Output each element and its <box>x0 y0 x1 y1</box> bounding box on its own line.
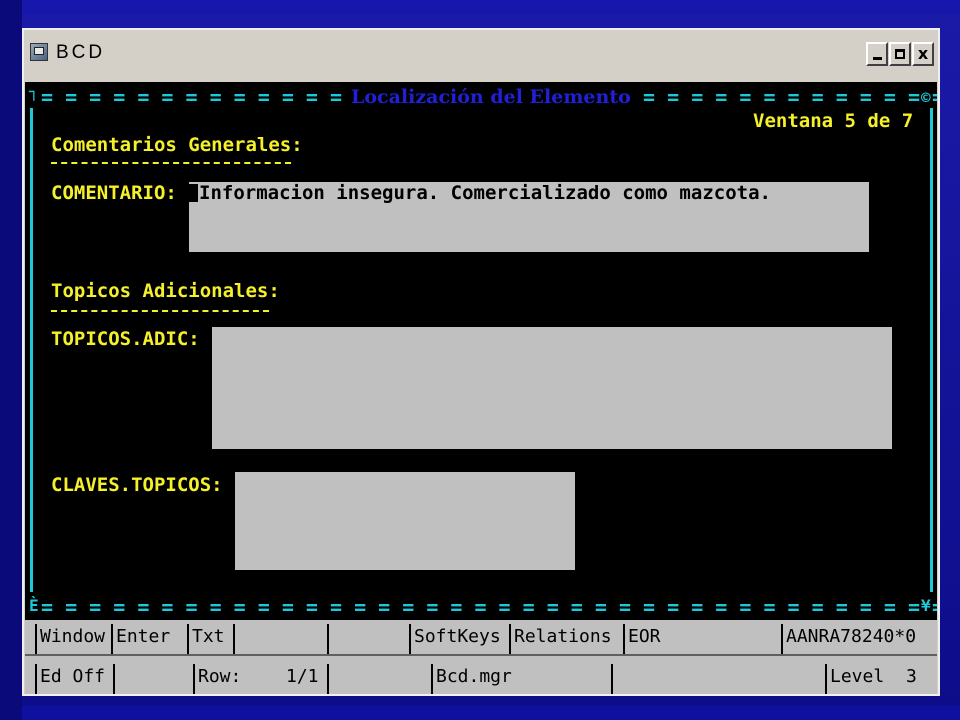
corner-bottom-left: È <box>29 596 39 615</box>
topics-title-underline <box>51 310 269 312</box>
softkey-softkeys[interactable]: SoftKeys <box>409 624 509 654</box>
bottom-rule: = = = = = = = = = = = = = = = = = = = = … <box>25 596 937 618</box>
window-title: BCD <box>56 42 106 63</box>
title-bar[interactable]: BCD x <box>24 30 938 84</box>
close-icon: x <box>917 44 929 63</box>
softkey-window[interactable]: Window <box>35 624 107 654</box>
screen-heading: Localización del Elemento <box>345 86 637 108</box>
status-empty-3 <box>611 664 825 694</box>
softkey-empty-1[interactable] <box>233 624 323 654</box>
slide-stripe-top <box>0 0 960 14</box>
keys-field-label: CLAVES.TOPICOS: <box>51 474 223 496</box>
corner-top-right: © <box>921 88 931 107</box>
level-value: 3 <box>906 666 917 687</box>
minimize-button[interactable] <box>866 42 888 66</box>
left-border-line <box>30 108 33 592</box>
terminal-app-icon[interactable] <box>30 43 48 61</box>
topics-field[interactable] <box>212 327 892 449</box>
edit-mode-indicator: Ed Off <box>35 664 111 694</box>
level-label: Level <box>825 664 897 694</box>
terminal-window: BCD x = = = = = = = = = = = = = = = = = … <box>22 28 940 696</box>
softkey-relations[interactable]: Relations <box>509 624 621 654</box>
row-counter: 1/1 <box>286 666 319 687</box>
corner-bottom-right: ¥ <box>921 596 931 615</box>
record-id: AANRA78240*0 <box>781 624 927 654</box>
status-bar: Window Enter Txt SoftKeys Relations EOR … <box>25 620 937 694</box>
text-cursor <box>189 184 198 202</box>
topics-field-label: TOPICOS.ADIC: <box>51 328 200 350</box>
softkey-eor[interactable]: EOR <box>623 624 773 654</box>
comments-section-title: Comentarios Generales: <box>51 134 303 156</box>
manager-file: Bcd.mgr <box>431 664 609 694</box>
terminal-screen[interactable]: = = = = = = = = = = = = = = = = = = = = … <box>25 82 937 694</box>
maximize-button[interactable] <box>889 42 911 66</box>
right-border-line <box>930 108 933 592</box>
close-button[interactable]: x <box>912 42 934 66</box>
minimize-icon <box>872 57 882 60</box>
comment-field[interactable]: Informacion insegura. Comercializado com… <box>189 182 869 252</box>
comment-field-value: Informacion insegura. Comercializado com… <box>199 182 771 204</box>
slide-left-band <box>0 0 22 720</box>
softkey-empty-2[interactable] <box>327 624 405 654</box>
maximize-icon <box>895 49 905 59</box>
softkey-enter[interactable]: Enter <box>111 624 183 654</box>
comment-field-label: COMENTARIO: <box>51 182 177 204</box>
corner-top-left: ┐ <box>29 82 39 101</box>
status-row-softkeys: Window Enter Txt SoftKeys Relations EOR … <box>25 624 937 654</box>
status-separator <box>25 654 937 656</box>
status-empty-1 <box>113 664 189 694</box>
softkey-txt[interactable]: Txt <box>187 624 233 654</box>
bottom-rule-dashes: = = = = = = = = = = = = = = = = = = = = … <box>41 595 937 619</box>
topics-section-title: Topicos Adicionales: <box>51 280 280 302</box>
status-empty-2 <box>327 664 431 694</box>
keys-field[interactable] <box>235 472 575 570</box>
slide-stripe-bottom <box>0 706 960 720</box>
status-row-info: Ed Off Row: 1/1 Bcd.mgr Level 3 <box>25 664 937 694</box>
comments-title-underline <box>51 162 291 164</box>
window-indicator: Ventana 5 de 7 <box>753 110 914 132</box>
row-label: Row: <box>193 664 285 694</box>
